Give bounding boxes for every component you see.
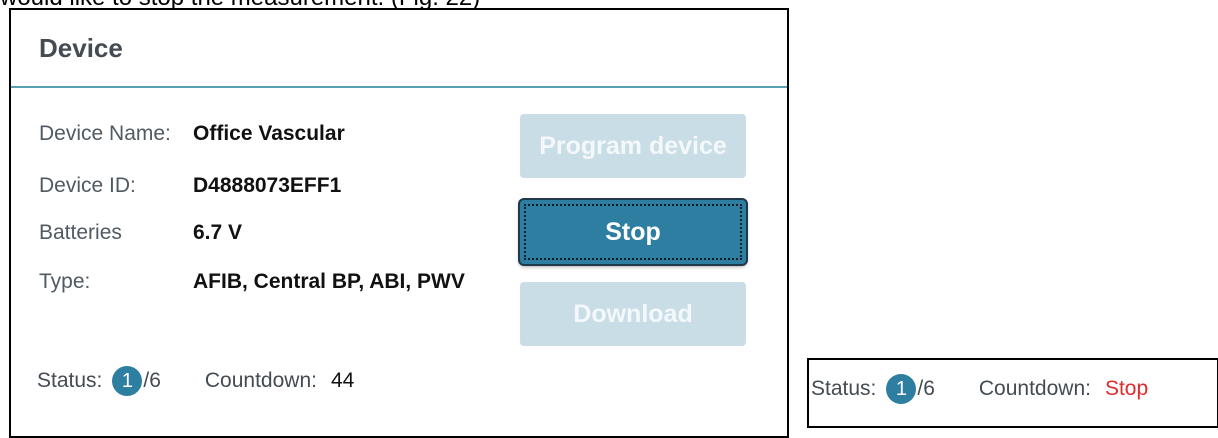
mini-status-label: Status: xyxy=(811,377,877,400)
countdown-label: Countdown: xyxy=(204,369,317,392)
panel-title: Device xyxy=(39,32,123,63)
status-row: Status: 1 /6 Countdown: 44 xyxy=(37,366,354,396)
status-count-badge: 1 xyxy=(112,366,143,396)
mini-status-row: Status: 1 /6 Countdown: Stop xyxy=(811,374,1148,404)
device-id-value: D4888073EFF1 xyxy=(193,174,342,197)
device-panel: Device Device Name: Office Vascular Devi… xyxy=(9,8,789,438)
device-name-label: Device Name: xyxy=(39,122,171,145)
device-id-row: Device ID: D4888073EFF1 xyxy=(39,174,341,198)
batteries-value: 6.7 V xyxy=(193,221,243,244)
device-name-row: Device Name: Office Vascular xyxy=(39,122,345,146)
batteries-label: Batteries xyxy=(39,221,122,244)
status-total: /6 xyxy=(143,369,161,392)
mini-countdown-label: Countdown: xyxy=(978,377,1091,400)
status-label: Status: xyxy=(37,369,103,392)
device-name-value: Office Vascular xyxy=(193,122,345,145)
panel-header: Device xyxy=(11,10,787,88)
stop-button[interactable]: Stop xyxy=(520,200,746,264)
program-device-button[interactable]: Program device xyxy=(520,114,746,178)
download-button[interactable]: Download xyxy=(520,282,746,346)
mini-status-total: /6 xyxy=(917,377,935,400)
type-value: AFIB, Central BP, ABI, PWV xyxy=(193,270,465,293)
type-label: Type: xyxy=(39,270,91,293)
batteries-row: Batteries 6.7 V xyxy=(39,221,242,245)
mini-status-count-badge: 1 xyxy=(886,374,917,404)
device-id-label: Device ID: xyxy=(39,174,136,197)
type-row: Type: AFIB, Central BP, ABI, PWV xyxy=(39,270,465,294)
countdown-value: 44 xyxy=(330,369,355,392)
status-detail-panel: Status: 1 /6 Countdown: Stop xyxy=(807,358,1218,428)
mini-countdown-value: Stop xyxy=(1104,377,1149,400)
